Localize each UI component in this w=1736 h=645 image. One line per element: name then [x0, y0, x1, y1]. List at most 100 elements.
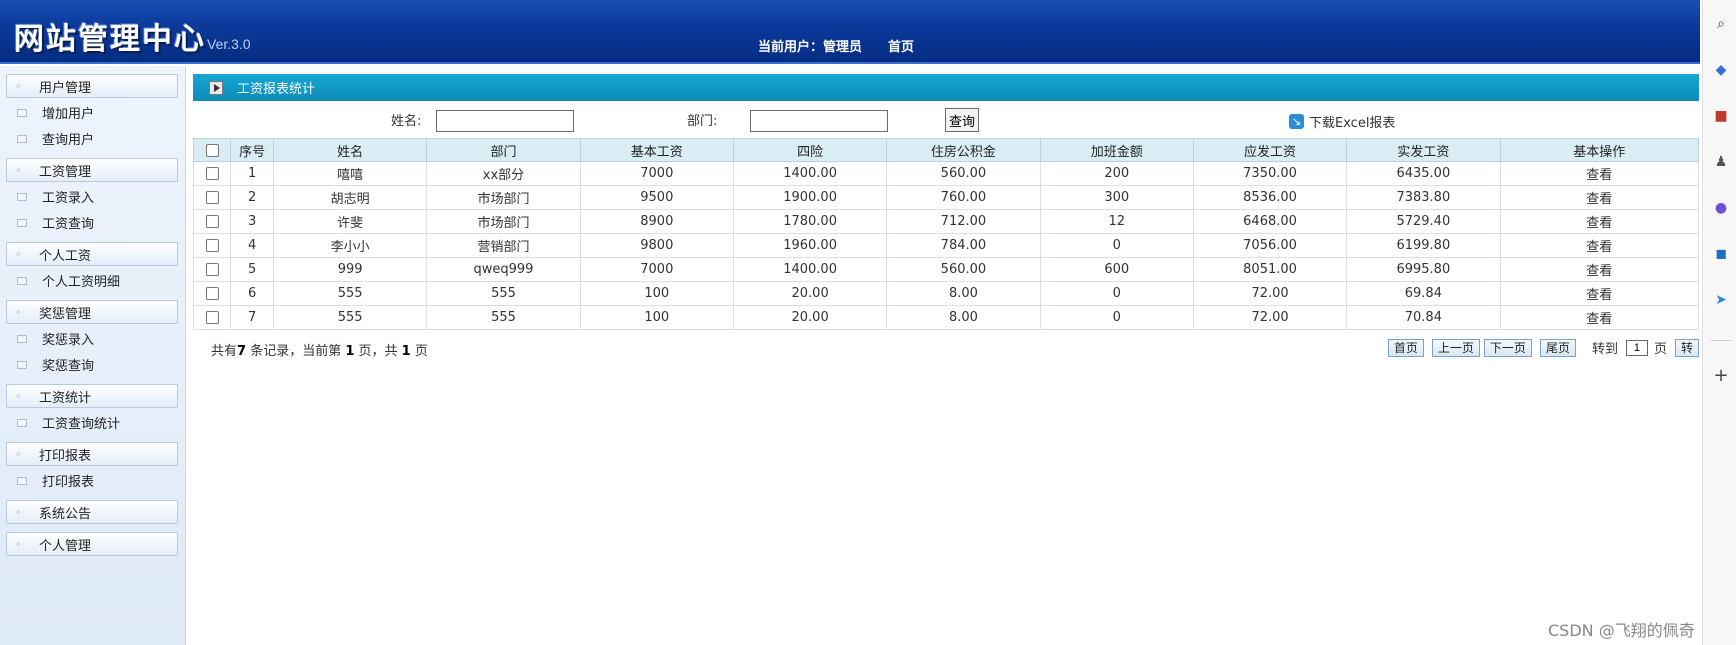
sidebar-item[interactable]: 增加用户 — [6, 101, 185, 124]
view-link[interactable]: 查看 — [1499, 161, 1700, 186]
table-cell: 760.00 — [886, 185, 1041, 210]
sidebar-group[interactable]: ✧ 用户管理 — [6, 74, 178, 98]
table-cell: 0 — [1039, 305, 1194, 330]
table-cell: 560.00 — [886, 257, 1041, 282]
sidebar-group-label: 个人工资 — [39, 248, 92, 264]
page-input[interactable] — [1625, 339, 1648, 356]
record-summary: 共有7 条记录，当前第 1 页，共 1 页 — [211, 340, 428, 359]
view-link[interactable]: 查看 — [1499, 233, 1700, 258]
dept-label: 部门: — [687, 114, 718, 129]
table-cell: 100 — [579, 305, 734, 330]
sidebar-item-label: 增加用户 — [42, 107, 95, 122]
view-link[interactable]: 查看 — [1499, 185, 1700, 210]
table-row: 7 555 555 100 20.00 8.00 0 72.00 70.84 查看 — [192, 305, 1700, 330]
table-cell: 200 — [1039, 161, 1194, 186]
square-icon — [17, 108, 27, 117]
table-row: 5 999 qweq999 7000 1400.00 560.00 600 8051.00 69… — [192, 257, 1700, 282]
home-link[interactable]: 首页 — [888, 36, 914, 55]
sidebar-group-label: 打印报表 — [39, 448, 92, 464]
last-page-button[interactable]: 尾页 — [1539, 338, 1576, 357]
row-checkbox[interactable] — [205, 215, 219, 228]
row-checkbox[interactable] — [205, 311, 219, 324]
table-cell: 555 — [273, 281, 428, 306]
table-cell: 555 — [273, 305, 428, 330]
table-cell: 6435.00 — [1346, 161, 1501, 186]
salary-table: 序号 姓名 部门 基本工资 四险 住房公积金 加班金额 应发工资 实发工资 基本操作 1 嘻嘻 xx部… — [192, 138, 1700, 330]
row-checkbox[interactable] — [205, 191, 219, 204]
table-cell: 7383.80 — [1346, 185, 1501, 210]
square-icon — [17, 476, 27, 485]
sidebar-group[interactable]: ✧ 个人管理 — [6, 532, 178, 556]
sparkle-icon: ✧ — [15, 449, 22, 459]
sidebar-item-label: 查询用户 — [42, 133, 95, 148]
column-header: 姓名 — [273, 138, 428, 162]
sparkle-icon: ✧ — [15, 539, 22, 549]
view-link[interactable]: 查看 — [1499, 209, 1700, 234]
send-icon[interactable]: ➤ — [1713, 292, 1729, 308]
briefcase-icon[interactable]: ■ — [1713, 108, 1729, 124]
sidebar-group-label: 个人管理 — [39, 538, 92, 554]
dept-input[interactable] — [750, 110, 888, 132]
table-header-row: 序号 姓名 部门 基本工资 四险 住房公积金 加班金额 应发工资 实发工资 基本操作 — [192, 138, 1700, 162]
column-header: 基本工资 — [579, 138, 734, 162]
sidebar-item[interactable]: 个人工资明细 — [6, 269, 185, 292]
chess-icon[interactable]: ♟ — [1713, 154, 1729, 170]
download-excel-link[interactable]: ↘ 下载Excel报表 — [1289, 112, 1395, 131]
table-cell: qweq999 — [426, 257, 581, 282]
table-cell: 70.84 — [1346, 305, 1501, 330]
table-cell: 0 — [1039, 281, 1194, 306]
sparkle-icon: ✧ — [15, 165, 22, 175]
sidebar-group[interactable]: ✧ 工资管理 — [6, 158, 178, 182]
sidebar-group[interactable]: ✧ 系统公告 — [6, 500, 178, 524]
column-header: 实发工资 — [1346, 138, 1501, 162]
table-cell: 胡志明 — [273, 185, 428, 210]
view-link[interactable]: 查看 — [1499, 281, 1700, 306]
search-icon[interactable]: ⌕ — [1713, 16, 1729, 32]
next-page-button[interactable]: 下一页 — [1483, 338, 1532, 357]
table-cell: 4 — [230, 233, 275, 258]
sidebar-group[interactable]: ✧ 奖惩管理 — [6, 300, 178, 324]
outlook-icon[interactable]: ◼ — [1713, 246, 1729, 262]
office-icon[interactable]: ● — [1713, 200, 1729, 216]
sidebar-item[interactable]: 奖惩查询 — [6, 353, 185, 376]
download-icon: ↘ — [1289, 114, 1304, 129]
view-link[interactable]: 查看 — [1499, 257, 1700, 282]
table-cell: 2 — [230, 185, 275, 210]
current-user: 当前用户：管理员 — [758, 36, 876, 55]
select-all-checkbox[interactable] — [205, 143, 219, 157]
sidebar-group[interactable]: ✧ 工资统计 — [6, 384, 178, 408]
plus-icon[interactable]: + — [1713, 367, 1729, 385]
sidebar-group-label: 奖惩管理 — [39, 306, 92, 322]
sidebar-item[interactable]: 工资查询 — [6, 211, 185, 234]
tag-icon[interactable]: ◆ — [1713, 62, 1729, 78]
table-cell: 7350.00 — [1192, 161, 1348, 186]
table-row: 6 555 555 100 20.00 8.00 0 72.00 69.84 查看 — [192, 281, 1700, 306]
first-page-button[interactable]: 首页 — [1387, 338, 1424, 357]
row-checkbox[interactable] — [205, 263, 219, 276]
square-icon — [17, 418, 27, 427]
sidebar-group[interactable]: ✧ 个人工资 — [6, 242, 178, 266]
table-cell: 7000 — [579, 257, 734, 282]
sidebar-item[interactable]: 工资录入 — [6, 185, 185, 208]
table-cell: 9500 — [579, 185, 734, 210]
sidebar-item[interactable]: 奖惩录入 — [6, 327, 185, 350]
name-input[interactable] — [436, 110, 574, 132]
go-button[interactable]: 转 — [1674, 338, 1699, 357]
sidebar: ✧ 用户管理 增加用户 查询用户 ✧ 工资管理 工资录入 工资查询 ✧ 个人工资 个人工资明细 ✧ 奖惩… — [0, 66, 186, 645]
sidebar-item[interactable]: 工资查询统计 — [6, 411, 185, 434]
table-cell: 555 — [426, 281, 581, 306]
table-cell: 营销部门 — [426, 233, 581, 258]
sidebar-group[interactable]: ✧ 打印报表 — [6, 442, 178, 466]
page-suffix: 页 — [1653, 342, 1667, 357]
sparkle-icon: ✧ — [15, 249, 22, 259]
column-header: 四险 — [732, 138, 888, 162]
prev-page-button[interactable]: 上一页 — [1431, 338, 1480, 357]
row-checkbox[interactable] — [205, 239, 219, 252]
column-header: 部门 — [426, 138, 581, 162]
sidebar-item[interactable]: 打印报表 — [6, 469, 185, 492]
row-checkbox[interactable] — [205, 167, 219, 180]
query-button[interactable]: 查询 — [945, 108, 979, 132]
view-link[interactable]: 查看 — [1499, 305, 1700, 330]
sidebar-item[interactable]: 查询用户 — [6, 127, 185, 150]
row-checkbox[interactable] — [205, 287, 219, 300]
